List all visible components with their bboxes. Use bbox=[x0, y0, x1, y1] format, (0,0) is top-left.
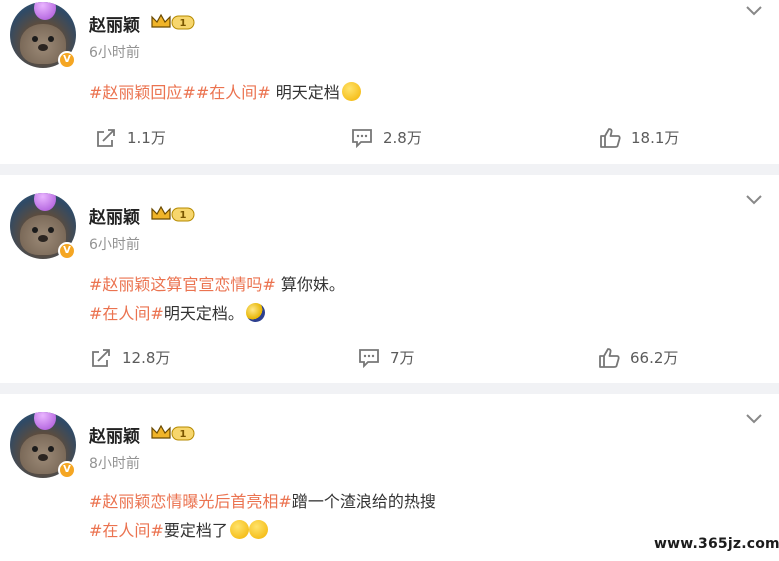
avatar-nose bbox=[38, 235, 48, 242]
share-icon bbox=[97, 128, 115, 147]
shocked-emoji-icon bbox=[341, 82, 361, 101]
avatar-nose bbox=[38, 44, 48, 51]
cheering-emoji-icon bbox=[248, 520, 268, 539]
comment-icon bbox=[352, 128, 372, 148]
avatar-eye bbox=[32, 446, 38, 452]
share-count: 1.1万 bbox=[127, 129, 166, 147]
post-text: 蹭一个渣浪给的热搜 bbox=[291, 492, 436, 511]
comment-icon bbox=[359, 348, 379, 368]
chevron-down-icon[interactable] bbox=[746, 195, 762, 205]
post-text: 明天定档 bbox=[270, 83, 340, 102]
like-button[interactable]: 66.2万 bbox=[598, 347, 678, 368]
weibo-post-2: V 赵丽颖 1 6小时前 #赵丽颖这算官宣恋情吗# 算你妹。 #在人间#明天定档… bbox=[0, 175, 779, 383]
post-content-line: #赵丽颖这算官宣恋情吗# 算你妹。 bbox=[89, 271, 345, 295]
avatar-nose bbox=[38, 454, 48, 461]
verified-badge-icon: V bbox=[58, 242, 76, 260]
level-number: 1 bbox=[180, 18, 187, 29]
author-name[interactable]: 赵丽颖 bbox=[89, 11, 140, 36]
author-name[interactable]: 赵丽颖 bbox=[89, 422, 140, 447]
thumbs-up-icon bbox=[599, 347, 620, 368]
post-separator bbox=[0, 164, 779, 175]
topic-link[interactable]: #赵丽颖这算官宣恋情吗# bbox=[89, 275, 276, 294]
like-button[interactable]: 18.1万 bbox=[599, 127, 679, 148]
avatar-eye bbox=[48, 36, 54, 42]
verified-badge-icon: V bbox=[58, 461, 76, 479]
post-text: 算你妹。 bbox=[275, 275, 345, 294]
post-content-line: #在人间#明天定档。 bbox=[89, 300, 265, 324]
share-count: 12.8万 bbox=[122, 349, 171, 367]
topic-link[interactable]: #赵丽颖恋情曝光后首亮相# bbox=[89, 492, 292, 511]
share-button[interactable]: 12.8万 bbox=[90, 347, 170, 368]
post-text: 要定档了 bbox=[163, 521, 228, 540]
post-time[interactable]: 6小时前 bbox=[89, 42, 140, 62]
thumbs-up-icon bbox=[600, 127, 621, 148]
topic-link[interactable]: #赵丽颖回应##在人间# bbox=[89, 83, 271, 102]
like-count: 66.2万 bbox=[630, 349, 679, 367]
vip-crown-badge-icon: 1 bbox=[151, 13, 195, 30]
topic-link[interactable]: #在人间# bbox=[89, 521, 164, 540]
balloon-decoration bbox=[34, 412, 56, 430]
vip-crown-badge-icon: 1 bbox=[151, 205, 195, 222]
post-time[interactable]: 6小时前 bbox=[89, 234, 140, 254]
chevron-down-icon[interactable] bbox=[746, 414, 762, 424]
watermark: www.365jz.com bbox=[654, 536, 779, 552]
author-name[interactable]: 赵丽颖 bbox=[89, 203, 140, 228]
comment-button[interactable]: 2.8万 bbox=[351, 127, 422, 148]
comment-button[interactable]: 7万 bbox=[358, 347, 415, 368]
weibo-post-1: V 赵丽颖 1 6小时前 #赵丽颖回应##在人间# 明天定档 1.1万 2.8万… bbox=[0, 0, 779, 164]
post-time[interactable]: 8小时前 bbox=[89, 453, 140, 473]
level-number: 1 bbox=[180, 429, 187, 440]
verified-badge-icon: V bbox=[58, 51, 76, 69]
chevron-down-icon[interactable] bbox=[746, 6, 762, 16]
share-button[interactable]: 1.1万 bbox=[95, 127, 166, 148]
share-icon bbox=[92, 348, 110, 367]
vip-crown-badge-icon: 1 bbox=[151, 424, 195, 441]
topic-link[interactable]: #在人间# bbox=[89, 304, 164, 323]
post-content-line: #赵丽颖回应##在人间# 明天定档 bbox=[89, 79, 361, 103]
avatar-eye bbox=[48, 227, 54, 233]
avatar-eye bbox=[32, 36, 38, 42]
comment-count: 7万 bbox=[390, 349, 415, 367]
level-number: 1 bbox=[180, 210, 187, 221]
balloon-decoration bbox=[34, 193, 56, 211]
avatar-eye bbox=[32, 227, 38, 233]
post-content-line: #赵丽颖恋情曝光后首亮相#蹭一个渣浪给的热搜 bbox=[89, 488, 436, 512]
laughing-emoji-icon bbox=[229, 520, 249, 539]
comment-count: 2.8万 bbox=[383, 129, 422, 147]
like-count: 18.1万 bbox=[631, 129, 680, 147]
balloon-decoration bbox=[34, 2, 56, 20]
moon-face-emoji-icon bbox=[245, 303, 265, 322]
post-text: 明天定档。 bbox=[163, 304, 244, 323]
post-content-line: #在人间#要定档了 bbox=[89, 517, 268, 541]
avatar-eye bbox=[48, 446, 54, 452]
post-separator bbox=[0, 383, 779, 394]
